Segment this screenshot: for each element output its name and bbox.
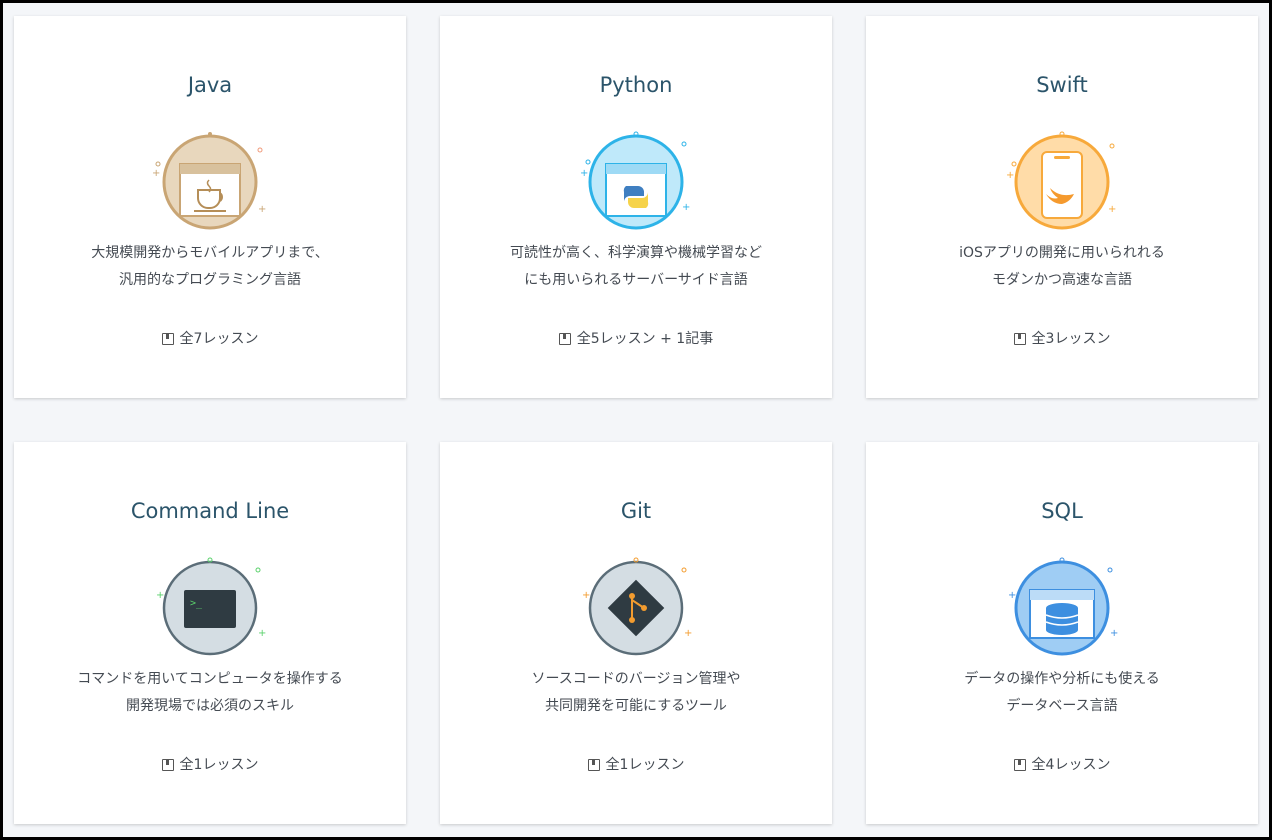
git-logo-icon: + +	[582, 557, 692, 656]
course-description: 可読性が高く、科学演算や機械学習など にも用いられるサーバーサイド言語	[510, 245, 762, 288]
course-description: 大規模開発からモバイルアプリまで、 汎用的なプログラミング言語	[91, 245, 329, 288]
book-icon	[587, 759, 600, 771]
svg-text:+: +	[580, 168, 588, 179]
course-card-java[interactable]: Java + + 大規模開発からモバイルアプリまで、 汎用的なプログラミング言語…	[14, 16, 406, 398]
svg-text:>_: >_	[190, 598, 203, 609]
course-description: データの操作や分析にも使える データベース言語	[964, 671, 1160, 714]
lesson-count: 全7レッスン	[14, 328, 406, 350]
course-grid: Java + + 大規模開発からモバイルアプリまで、 汎用的なプログラミング言語…	[14, 16, 1258, 824]
course-card-swift[interactable]: Swift + + iOSアプリの開発に用いられれる モダンかつ高速な言語 全3…	[866, 16, 1258, 398]
course-title: Command Line	[130, 499, 290, 523]
svg-text:+: +	[1006, 170, 1014, 181]
svg-text:+: +	[1110, 628, 1118, 639]
course-title: Python	[599, 73, 673, 97]
svg-text:+: +	[258, 204, 266, 215]
lesson-count: 全1レッスン	[14, 754, 406, 776]
book-icon	[161, 333, 174, 345]
svg-text:+: +	[152, 168, 160, 179]
svg-text:+: +	[1008, 590, 1016, 601]
lesson-count: 全3レッスン	[866, 328, 1258, 350]
course-title: Swift	[1036, 73, 1088, 97]
terminal-icon: >_ + +	[156, 557, 266, 656]
lesson-count: 全5レッスン + 1記事	[440, 328, 832, 350]
svg-text:+: +	[582, 590, 590, 601]
svg-text:+: +	[1108, 204, 1116, 215]
course-card-git[interactable]: Git + + ソースコードのバージョン管理や 共同開発を可能にするツール 全1…	[440, 442, 832, 824]
course-title: Java	[187, 73, 233, 97]
course-description: iOSアプリの開発に用いられれる モダンかつ高速な言語	[959, 245, 1165, 288]
book-icon	[161, 759, 174, 771]
course-card-command-line[interactable]: Command Line >_ + + コマンドを用いてコンピュータを操作する …	[14, 442, 406, 824]
svg-text:+: +	[258, 628, 266, 639]
svg-text:+: +	[156, 590, 164, 601]
svg-text:+: +	[682, 202, 690, 213]
coffee-cup-icon: + +	[152, 132, 266, 230]
svg-text:+: +	[684, 628, 692, 639]
course-description: ソースコードのバージョン管理や 共同開発を可能にするツール	[531, 671, 741, 714]
book-icon	[558, 333, 571, 345]
lesson-count: 全4レッスン	[866, 754, 1258, 776]
book-icon	[1013, 333, 1026, 345]
course-title: Git	[620, 499, 652, 523]
course-card-sql[interactable]: SQL + + データの操作や分析にも使える データベース言語 全4レッスン	[866, 442, 1258, 824]
python-logo-icon: + +	[580, 131, 690, 230]
book-icon	[1013, 759, 1026, 771]
lesson-count: 全1レッスン	[440, 754, 832, 776]
swift-bird-icon: + +	[1006, 131, 1116, 230]
course-description: コマンドを用いてコンピュータを操作する 開発現場では必須のスキル	[77, 671, 343, 714]
course-title: SQL	[1041, 499, 1083, 523]
database-icon: + +	[1008, 557, 1118, 656]
course-card-python[interactable]: Python + + 可読性が高く、科学演算や機械学習など にも用いられるサーバ…	[440, 16, 832, 398]
